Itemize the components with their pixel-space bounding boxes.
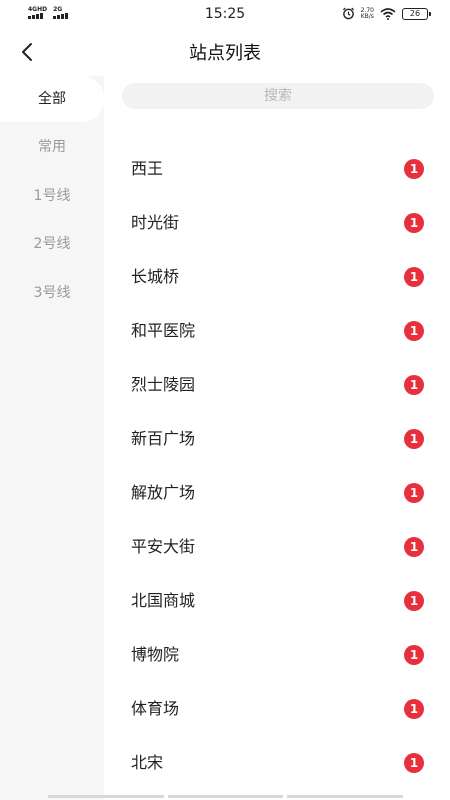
list-item[interactable]: 体育场 1: [104, 682, 450, 736]
battery-icon: 26: [402, 7, 431, 20]
station-name: 新百广场: [131, 429, 196, 448]
count-badge: 1: [404, 321, 424, 341]
count-badge: 1: [404, 753, 424, 773]
search-input[interactable]: [122, 83, 434, 109]
list-item[interactable]: 和平医院 1: [104, 304, 450, 358]
sidebar-item-all[interactable]: 全部: [0, 76, 104, 122]
list-item[interactable]: 新百广场 1: [104, 412, 450, 466]
station-name: 平安大街: [131, 537, 196, 556]
count-badge: 1: [404, 537, 424, 557]
station-name: 烈士陵园: [131, 375, 196, 394]
list-item[interactable]: 平安大街 1: [104, 520, 450, 574]
station-name: 西王: [131, 159, 164, 178]
sidebar-item-line-2[interactable]: 2号线: [0, 221, 104, 267]
count-badge: 1: [404, 483, 424, 503]
station-name: 北宋: [131, 753, 164, 772]
count-badge: 1: [404, 375, 424, 395]
list-item[interactable]: 烈士陵园 1: [104, 358, 450, 412]
station-name: 时光街: [131, 213, 180, 232]
list-item[interactable]: 北国商城 1: [104, 574, 450, 628]
station-name: 体育场: [131, 699, 180, 718]
count-badge: 1: [404, 429, 424, 449]
station-list: 西王 1 时光街 1 长城桥 1 和平医院 1 烈士陵园 1 新百广场 1 解放…: [104, 142, 450, 790]
count-badge: 1: [404, 267, 424, 287]
sidebar-item-line-1[interactable]: 1号线: [0, 173, 104, 219]
bottom-scroll-indicator: [48, 795, 404, 798]
speed-unit: KB/s: [360, 12, 374, 20]
station-name: 解放广场: [131, 483, 196, 502]
line-filter-sidebar: 全部 常用 1号线 2号线 3号线: [0, 76, 104, 800]
station-name: 长城桥: [131, 267, 180, 286]
list-item[interactable]: 北宋 1: [104, 736, 450, 790]
search-bar[interactable]: [122, 83, 434, 109]
header: 站点列表: [0, 28, 450, 76]
count-badge: 1: [404, 159, 424, 179]
battery-level: 26: [409, 8, 421, 18]
status-right: 2.70 KB/s 26: [342, 7, 431, 20]
station-name: 和平医院: [131, 321, 196, 340]
station-name: 北国商城: [131, 591, 196, 610]
count-badge: 1: [404, 213, 424, 233]
count-badge: 1: [404, 591, 424, 611]
count-badge: 1: [404, 699, 424, 719]
network-speed: 2.70 KB/s: [360, 7, 374, 20]
list-item[interactable]: 解放广场 1: [104, 466, 450, 520]
list-item[interactable]: 博物院 1: [104, 628, 450, 682]
station-name: 博物院: [131, 645, 180, 664]
count-badge: 1: [404, 645, 424, 665]
wifi-icon: [380, 7, 396, 20]
station-panel: 西王 1 时光街 1 长城桥 1 和平医院 1 烈士陵园 1 新百广场 1 解放…: [104, 76, 450, 800]
page-title: 站点列表: [189, 43, 261, 64]
list-item[interactable]: 时光街 1: [104, 196, 450, 250]
alarm-icon: [342, 7, 354, 20]
list-item[interactable]: 西王 1: [104, 142, 450, 196]
sidebar-item-line-3[interactable]: 3号线: [0, 270, 104, 316]
status-bar: 4GHD 2G 15:25 2.70 KB/s 26: [0, 0, 450, 28]
sidebar-item-frequent[interactable]: 常用: [0, 124, 104, 170]
list-item[interactable]: 长城桥 1: [104, 250, 450, 304]
